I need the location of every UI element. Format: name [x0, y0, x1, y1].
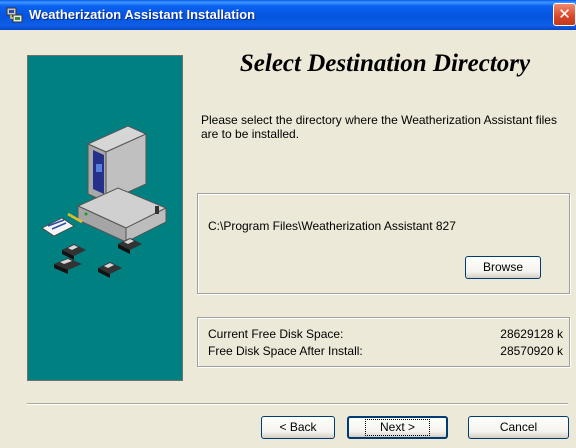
close-button[interactable]: ✕ [553, 3, 576, 26]
page-title: Select Destination Directory [239, 50, 531, 77]
cancel-button[interactable]: Cancel [468, 416, 569, 439]
back-button[interactable]: < Back [261, 416, 335, 439]
page-description: Please select the directory where the We… [201, 113, 557, 141]
document-pen-icon [41, 212, 83, 237]
button-separator [27, 403, 568, 405]
window-title: Weatherization Assistant Installation [29, 7, 256, 22]
floppy-disk-icon [54, 238, 142, 278]
setup-illustration [27, 55, 183, 381]
current-free-space-label: Current Free Disk Space: [208, 327, 344, 341]
destination-path: C:\Program Files\Weatherization Assistan… [208, 219, 456, 233]
title-bar[interactable]: Weatherization Assistant Installation ✕ [0, 0, 576, 30]
free-after-install-value: 28570920 k [500, 344, 563, 358]
installer-window: Weatherization Assistant Installation ✕ [0, 0, 576, 448]
next-button[interactable]: Next > [347, 416, 448, 439]
installer-icon [6, 6, 24, 24]
destination-folder-group: C:\Program Files\Weatherization Assistan… [197, 193, 570, 294]
free-after-install-label: Free Disk Space After Install: [208, 344, 363, 358]
computer-icon [76, 125, 168, 243]
browse-button[interactable]: Browse [465, 256, 541, 279]
current-free-space-value: 28629128 k [500, 327, 563, 341]
next-button-label: Next > [364, 419, 430, 436]
close-icon: ✕ [558, 5, 571, 23]
disk-space-group: Current Free Disk Space: 28629128 k Free… [197, 317, 570, 367]
